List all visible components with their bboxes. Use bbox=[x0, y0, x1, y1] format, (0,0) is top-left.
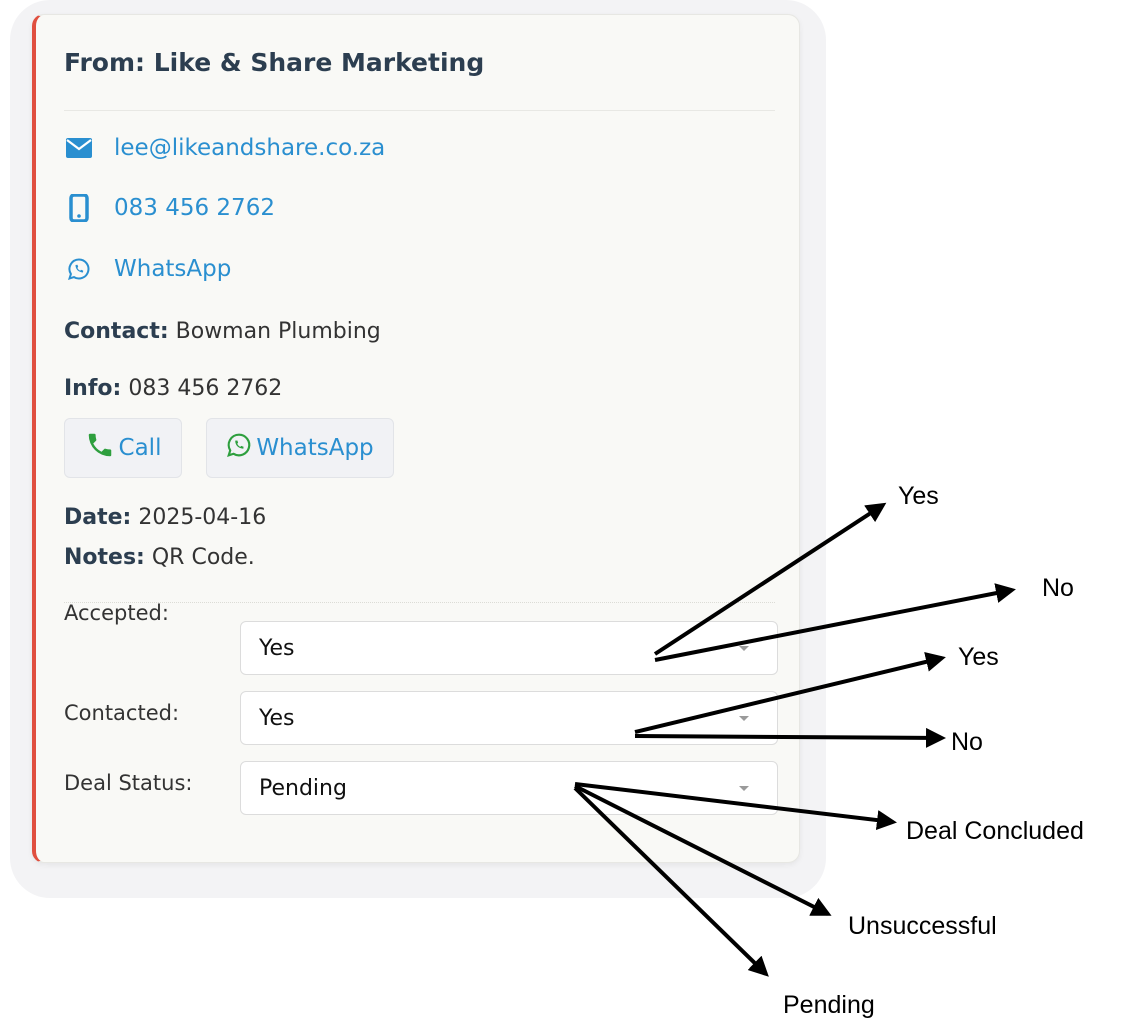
annotation-accepted-yes: Yes bbox=[898, 482, 939, 510]
arrow-contacted-yes bbox=[634, 652, 946, 734]
arrow-contacted-no bbox=[634, 727, 946, 748]
annotation-accepted-no: No bbox=[1042, 574, 1074, 602]
arrow-deal-pending bbox=[573, 786, 769, 977]
annotation-arrows bbox=[573, 502, 1016, 977]
annotation-contacted-yes: Yes bbox=[958, 643, 999, 671]
annotation-contacted-no: No bbox=[951, 728, 983, 756]
arrow-deal-concluded bbox=[574, 782, 897, 831]
annotation-deal-pending: Pending bbox=[783, 991, 875, 1019]
annotation-deal-unsuccessful: Unsuccessful bbox=[848, 912, 997, 940]
annotation-deal-concluded: Deal Concluded bbox=[906, 817, 1084, 845]
arrow-deal-unsuccessful bbox=[574, 784, 832, 916]
arrow-accepted-yes bbox=[653, 502, 887, 656]
